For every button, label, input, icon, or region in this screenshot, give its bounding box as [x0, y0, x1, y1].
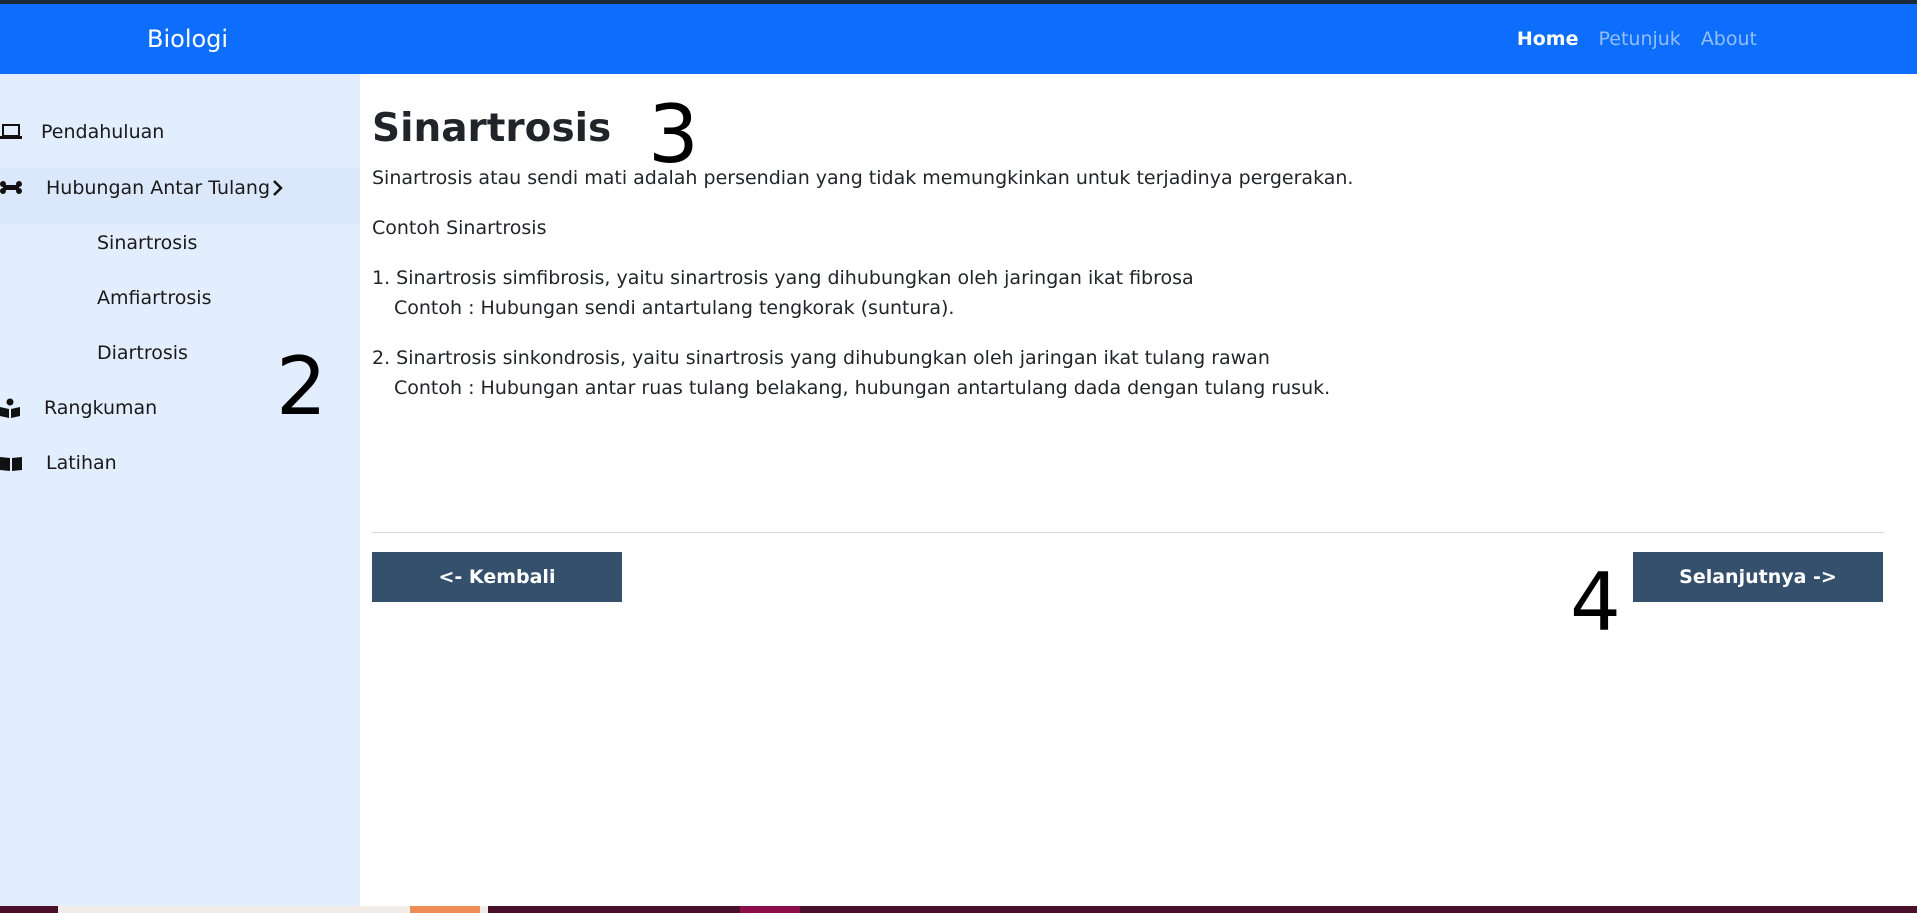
nav-link-about[interactable]: About [1701, 28, 1757, 50]
taskbar-icon-magenta[interactable] [740, 906, 800, 913]
sidebar-subitem-diartrosis[interactable]: Diartrosis [97, 333, 188, 373]
laptop-icon [0, 124, 22, 139]
intro-paragraph: Sinartrosis atau sendi mati adalah perse… [372, 167, 1354, 189]
list-item: 1. Sinartrosis simfibrosis, yaitu sinart… [372, 263, 1194, 323]
top-navbar: Biologi Home Petunjuk About [0, 4, 1917, 74]
page-title: Sinartrosis [372, 106, 612, 151]
sidebar-subitem-amfiartrosis[interactable]: Amfiartrosis [97, 278, 211, 318]
taskbar-icon-orange[interactable] [410, 906, 480, 913]
list-item-example: Contoh : Hubungan antar ruas tulang bela… [394, 377, 1331, 399]
sidebar-item-label: Rangkuman [44, 397, 158, 419]
navbar-links: Home Petunjuk About [1517, 4, 1757, 74]
nav-link-petunjuk[interactable]: Petunjuk [1598, 28, 1680, 50]
content-divider [372, 532, 1884, 533]
subheading: Contoh Sinartrosis [372, 217, 547, 239]
list-item-example: Contoh : Hubungan sendi antartulang teng… [394, 297, 955, 319]
sidebar-item-label: Hubungan Antar Tulang [46, 177, 271, 199]
list-item: 2. Sinartrosis sinkondrosis, yaitu sinar… [372, 343, 1330, 403]
annotation-number-2: 2 [276, 340, 327, 433]
back-button[interactable]: <- Kembali [372, 552, 622, 602]
sidebar-item-hubungan-antar-tulang[interactable]: Hubungan Antar Tulang [0, 168, 284, 208]
bone-icon [0, 181, 22, 194]
sidebar-item-label: Latihan [46, 452, 117, 474]
list-item-text: 1. Sinartrosis simfibrosis, yaitu sinart… [372, 267, 1194, 289]
sidebar-item-pendahuluan[interactable]: Pendahuluan [0, 112, 164, 152]
annotation-number-4: 4 [1570, 556, 1621, 649]
sidebar-item-latihan[interactable]: Latihan [0, 443, 117, 483]
chevron-right-icon [273, 180, 283, 196]
book-icon [0, 457, 22, 471]
next-button[interactable]: Selanjutnya -> [1633, 552, 1883, 602]
navbar-brand[interactable]: Biologi [147, 4, 228, 74]
sidebar-subitem-sinartrosis[interactable]: Sinartrosis [97, 223, 197, 263]
sidebar-item-label: Pendahuluan [41, 121, 165, 143]
nav-link-home[interactable]: Home [1517, 28, 1579, 50]
list-item-text: 2. Sinartrosis sinkondrosis, yaitu sinar… [372, 347, 1270, 369]
sidebar-item-rangkuman[interactable]: Rangkuman [0, 388, 157, 428]
reading-icon [0, 398, 20, 418]
sidebar: Pendahuluan Hubungan Antar Tulang Sinart… [0, 74, 360, 906]
